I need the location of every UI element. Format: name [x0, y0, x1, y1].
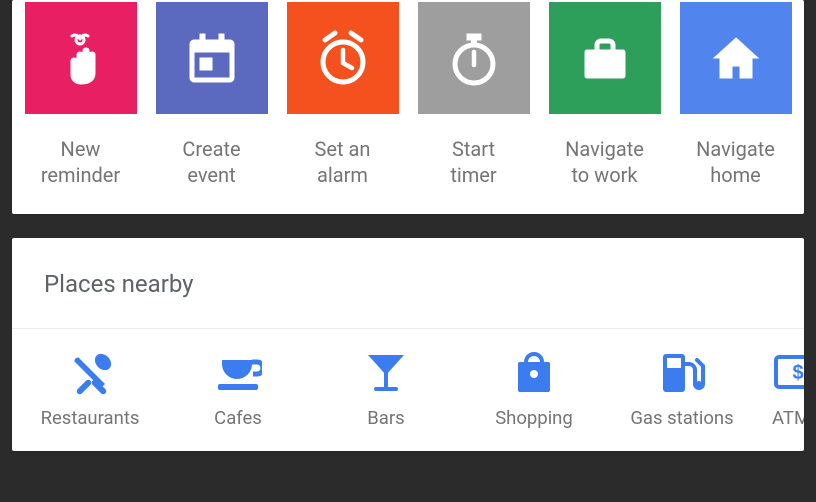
shortcut-label: Start timer	[450, 136, 496, 188]
shortcut-set-alarm[interactable]: Set an alarm	[284, 2, 401, 188]
places-nearby-header: Places nearby	[12, 238, 804, 328]
alarm-icon	[287, 2, 399, 114]
shortcuts-card: New reminder Create event Set an alarm S…	[12, 0, 804, 214]
place-label: Restaurants	[41, 407, 140, 429]
place-restaurants[interactable]: Restaurants	[16, 347, 164, 429]
restaurant-icon	[66, 347, 114, 397]
home-icon	[680, 2, 792, 114]
place-gas-stations[interactable]: Gas stations	[608, 347, 756, 429]
shortcut-label: Set an alarm	[315, 136, 371, 188]
shortcuts-row: New reminder Create event Set an alarm S…	[22, 0, 794, 188]
shopping-icon	[510, 347, 558, 397]
atm-icon	[772, 347, 804, 397]
shortcut-label: New reminder	[41, 136, 120, 188]
bar-icon	[362, 347, 410, 397]
place-label: Cafes	[214, 407, 262, 429]
shortcut-start-timer[interactable]: Start timer	[415, 2, 532, 188]
calendar-icon	[156, 2, 268, 114]
place-cafes[interactable]: Cafes	[164, 347, 312, 429]
places-row: Restaurants Cafes Bars Shopping	[12, 329, 804, 451]
gas-icon	[657, 347, 707, 397]
place-atms[interactable]: ATM	[756, 347, 804, 429]
shortcut-label: Navigate home	[696, 136, 775, 188]
briefcase-icon	[549, 2, 661, 114]
reminder-icon	[25, 2, 137, 114]
place-label: Gas stations	[630, 407, 733, 429]
place-label: ATM	[772, 407, 804, 429]
places-nearby-card: Places nearby Restaurants Cafes Bars	[12, 238, 804, 451]
place-label: Shopping	[495, 407, 573, 429]
timer-icon	[418, 2, 530, 114]
shortcut-label: Create event	[182, 136, 240, 188]
shortcut-navigate-work[interactable]: Navigate to work	[546, 2, 663, 188]
shortcut-navigate-home[interactable]: Navigate home	[677, 2, 794, 188]
shortcut-create-event[interactable]: Create event	[153, 2, 270, 188]
place-label: Bars	[367, 407, 404, 429]
place-bars[interactable]: Bars	[312, 347, 460, 429]
shortcut-new-reminder[interactable]: New reminder	[22, 2, 139, 188]
shortcut-label: Navigate to work	[565, 136, 644, 188]
cafe-icon	[214, 347, 262, 397]
place-shopping[interactable]: Shopping	[460, 347, 608, 429]
